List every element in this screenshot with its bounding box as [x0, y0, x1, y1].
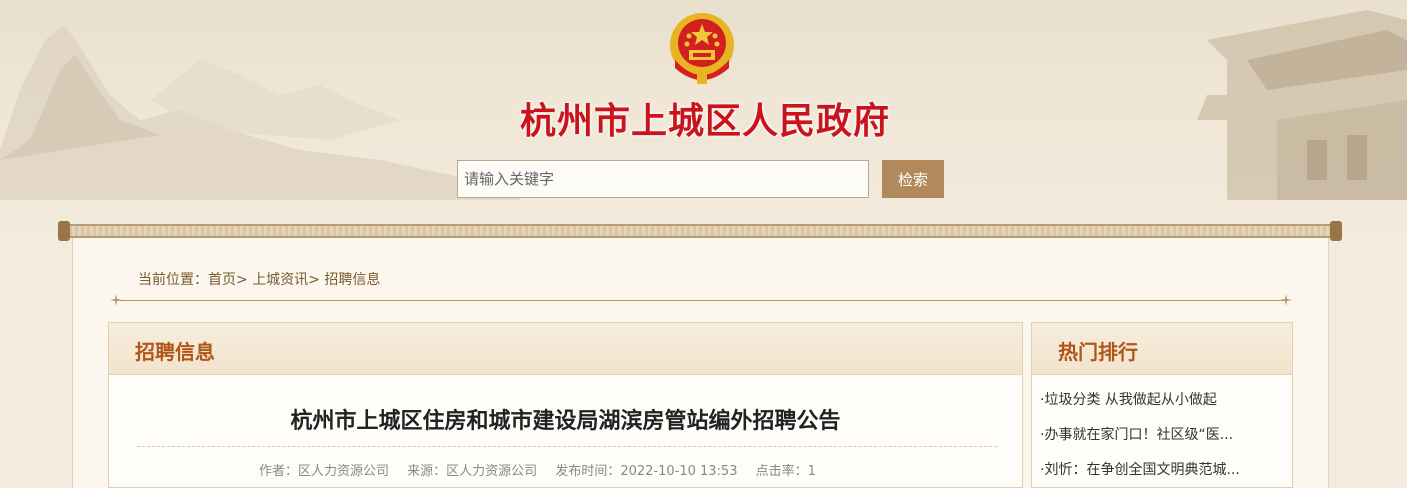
article-separator — [137, 446, 997, 447]
hot-ranking-list: ·垃圾分类 从我做起从小做起 ·办事就在家门口！社区级“医... ·刘忻：在争创… — [1040, 389, 1285, 488]
breadcrumb-divider — [116, 300, 1284, 301]
hot-ranking-item[interactable]: ·垃圾分类 从我做起从小做起 — [1040, 389, 1285, 424]
hot-ranking-item[interactable]: ·刘忻：在争创全国文明典范城... — [1040, 459, 1285, 488]
ancient-tower-art — [1197, 10, 1407, 200]
breadcrumb-news-link[interactable]: 上城资讯 — [252, 272, 308, 288]
landscape-art — [0, 25, 520, 200]
scroll-cap-left — [58, 221, 70, 241]
article-panel-header: 招聘信息 — [109, 323, 1022, 375]
breadcrumb-separator: > — [308, 272, 320, 288]
section-title: 招聘信息 — [135, 340, 215, 364]
national-emblem-icon — [670, 13, 734, 84]
article-author: 作者：区人力资源公司 — [259, 464, 390, 479]
breadcrumb-separator: > — [236, 272, 248, 288]
article-title: 杭州市上城区住房和城市建设局湖滨房管站编外招聘公告 — [290, 409, 841, 434]
article-meta: 作者：区人力资源公司 来源：区人力资源公司 发布时间：2022-10-10 13… — [259, 460, 830, 479]
hot-ranking-header: 热门排行 — [1032, 323, 1292, 375]
scroll-top-border — [60, 224, 1342, 238]
site-title: 杭州市上城区人民政府 — [519, 101, 890, 142]
hot-ranking-panel: 热门排行 ·垃圾分类 从我做起从小做起 ·办事就在家门口！社区级“医... ·刘… — [1031, 322, 1293, 488]
scroll-cap-right — [1330, 221, 1342, 241]
article-source: 来源：区人力资源公司 — [407, 464, 538, 479]
divider-ornament-icon — [1280, 294, 1292, 306]
breadcrumb: 当前位置：首页> 上城资讯> 招聘信息 — [138, 269, 380, 289]
search-button[interactable]: 检索 — [882, 160, 944, 198]
article-panel: 招聘信息 杭州市上城区住房和城市建设局湖滨房管站编外招聘公告 作者：区人力资源公… — [108, 322, 1023, 488]
divider-ornament-icon — [110, 294, 122, 306]
article-clicks: 点击率：1 — [755, 464, 816, 479]
hot-ranking-title: 热门排行 — [1058, 340, 1138, 364]
breadcrumb-recruit-link[interactable]: 招聘信息 — [324, 272, 380, 288]
breadcrumb-home-link[interactable]: 首页 — [208, 272, 236, 288]
breadcrumb-prefix: 当前位置： — [138, 272, 208, 288]
hot-ranking-item[interactable]: ·办事就在家门口！社区级“医... — [1040, 424, 1285, 459]
article-published: 发布时间：2022-10-10 13:53 — [555, 464, 738, 479]
search-input[interactable] — [457, 160, 869, 198]
